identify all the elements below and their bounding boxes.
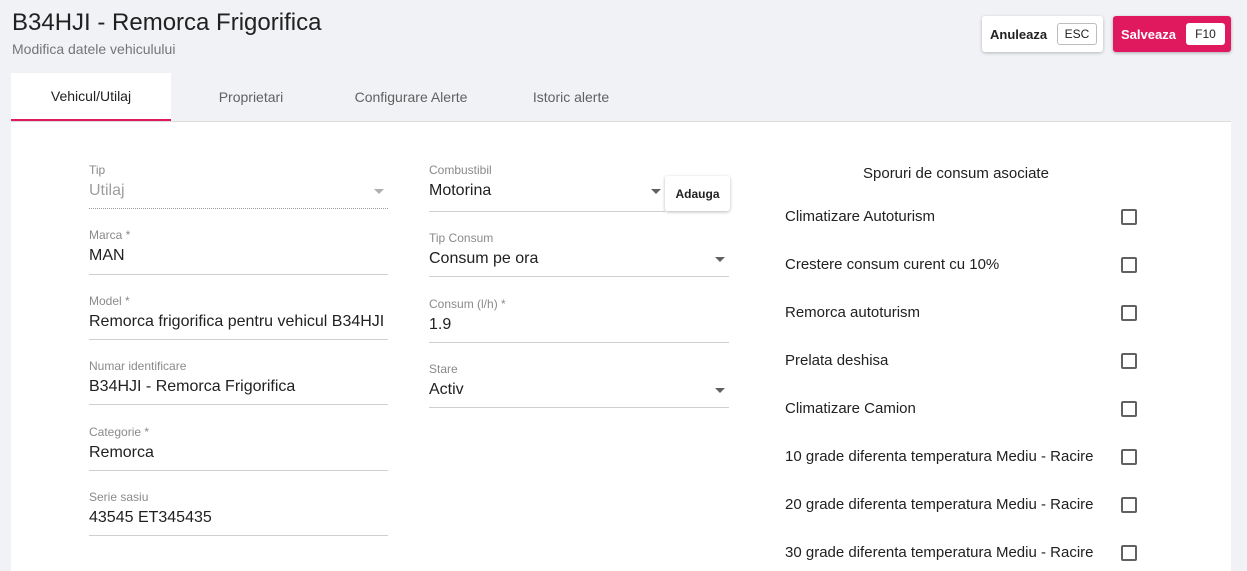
save-button[interactable]: Salveaza F10: [1113, 16, 1231, 52]
serie-sasiu-value: 43545 ET345435: [89, 509, 212, 526]
tab-vehicul-utilaj[interactable]: Vehicul/Utilaj: [11, 73, 171, 121]
spor-checkbox[interactable]: [1121, 449, 1137, 465]
tip-consum-value: Consum pe ora: [429, 250, 539, 267]
spor-label: 30 grade diferenta temperatura Mediu - R…: [785, 544, 1094, 561]
spor-checkbox[interactable]: [1121, 401, 1137, 417]
tip-consum-label: Tip Consum: [429, 231, 494, 245]
numar-identificare-label: Numar identificare: [89, 359, 187, 373]
chevron-down-icon: [374, 189, 384, 194]
page-title: B34HJI - Remorca Frigorifica: [12, 9, 322, 36]
numar-identificare-underline: [89, 404, 388, 405]
numar-identificare-value: B34HJI - Remorca Frigorifica: [89, 378, 296, 395]
model-field[interactable]: Model * Remorca frigorifica pentru vehic…: [89, 294, 388, 340]
serie-sasiu-label: Serie sasiu: [89, 490, 149, 504]
cancel-button[interactable]: Anuleaza ESC: [982, 16, 1103, 52]
tip-consum-underline: [429, 276, 729, 277]
spor-item: Prelata deshisa: [785, 349, 1145, 373]
marca-value: MAN: [89, 247, 125, 264]
spor-label: 20 grade diferenta temperatura Mediu - R…: [785, 496, 1094, 513]
spor-item: Climatizare Autoturism: [785, 205, 1145, 229]
spor-item: Remorca autoturism: [785, 301, 1145, 325]
tab-proprietari[interactable]: Proprietari: [171, 73, 331, 121]
serie-sasiu-field[interactable]: Serie sasiu 43545 ET345435: [89, 490, 388, 536]
spor-item: 30 grade diferenta temperatura Mediu - R…: [785, 541, 1145, 565]
spor-checkbox[interactable]: [1121, 209, 1137, 225]
stare-underline: [429, 407, 729, 408]
combustibil-underline: [429, 211, 665, 212]
spor-item: 20 grade diferenta temperatura Mediu - R…: [785, 493, 1145, 517]
tab-bar: Vehicul/Utilaj Proprietari Configurare A…: [11, 73, 651, 121]
model-label: Model *: [89, 294, 130, 308]
chevron-down-icon: [715, 388, 725, 393]
consum-underline: [429, 342, 729, 343]
spor-label: 10 grade diferenta temperatura Mediu - R…: [785, 448, 1094, 465]
stare-select[interactable]: Stare Activ: [429, 362, 729, 408]
marca-field[interactable]: Marca * MAN: [89, 228, 388, 275]
tab-configurare-alerte[interactable]: Configurare Alerte: [331, 73, 491, 121]
f10-shortcut-badge: F10: [1186, 23, 1225, 45]
cancel-button-label: Anuleaza: [990, 26, 1048, 42]
tip-value: Utilaj: [89, 182, 125, 199]
tip-label: Tip: [89, 163, 106, 177]
tip-select[interactable]: Tip Utilaj: [89, 163, 388, 209]
chevron-down-icon: [651, 189, 661, 194]
marca-underline: [89, 274, 388, 275]
stare-value: Activ: [429, 381, 464, 398]
spor-checkbox[interactable]: [1121, 497, 1137, 513]
save-button-label: Salveaza: [1121, 26, 1176, 42]
model-underline: [89, 339, 388, 340]
model-value: Remorca frigorifica pentru vehicul B34HJ…: [89, 313, 385, 330]
spor-label: Climatizare Autoturism: [785, 208, 936, 225]
combustibil-label: Combustibil: [429, 163, 492, 177]
combustibil-value: Motorina: [429, 182, 492, 199]
spor-checkbox[interactable]: [1121, 353, 1137, 369]
spor-item: 10 grade diferenta temperatura Mediu - R…: [785, 445, 1145, 469]
esc-shortcut-badge: ESC: [1057, 23, 1097, 45]
spor-checkbox[interactable]: [1121, 257, 1137, 273]
tip-consum-select[interactable]: Tip Consum Consum pe ora: [429, 231, 729, 277]
add-combustibil-button[interactable]: Adauga: [665, 176, 730, 211]
spor-label: Climatizare Camion: [785, 400, 916, 417]
tip-underline: [89, 208, 388, 209]
sporuri-title: Sporuri de consum asociate: [863, 165, 1049, 182]
consum-value: 1.9: [429, 316, 452, 333]
spor-label: Remorca autoturism: [785, 304, 921, 321]
numar-identificare-field[interactable]: Numar identificare B34HJI - Remorca Frig…: [89, 359, 388, 405]
chevron-down-icon: [715, 257, 725, 262]
spor-checkbox[interactable]: [1121, 545, 1137, 561]
categorie-label: Categorie *: [89, 425, 150, 439]
spor-item: Climatizare Camion: [785, 397, 1145, 421]
page-subtitle: Modifica datele vehiculului: [12, 41, 176, 57]
tab-istoric-alerte[interactable]: Istoric alerte: [491, 73, 651, 121]
consum-label: Consum (l/h) *: [429, 297, 506, 311]
spor-checkbox[interactable]: [1121, 305, 1137, 321]
categorie-value: Remorca: [89, 444, 154, 461]
serie-sasiu-underline: [89, 535, 388, 536]
spor-label: Crestere consum curent cu 10%: [785, 256, 1000, 273]
categorie-field[interactable]: Categorie * Remorca: [89, 425, 388, 471]
combustibil-select[interactable]: Combustibil Motorina: [429, 163, 665, 212]
consum-field[interactable]: Consum (l/h) * 1.9: [429, 297, 729, 343]
spor-label: Prelata deshisa: [785, 352, 889, 369]
stare-label: Stare: [429, 362, 458, 376]
spor-item: Crestere consum curent cu 10%: [785, 253, 1145, 277]
marca-label: Marca *: [89, 228, 131, 242]
categorie-underline: [89, 470, 388, 471]
